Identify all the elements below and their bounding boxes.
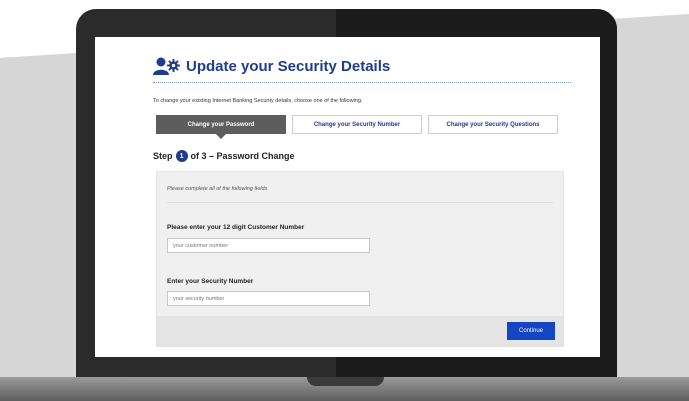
page-title: Update your Security Details (186, 57, 391, 75)
title-divider (153, 82, 571, 83)
tab-change-password[interactable]: Change your Password (156, 115, 286, 139)
laptop-screen: Update your Security Details To change y… (95, 37, 600, 357)
form-note: Please complete all of the following fie… (167, 186, 268, 192)
customer-number-label: Please enter your 12 digit Customer Numb… (167, 224, 305, 231)
tab-change-security-number[interactable]: Change your Security Number (292, 115, 422, 134)
laptop-notch (307, 377, 384, 386)
step-indicator: Step 1 of 3 – Password Change (153, 150, 295, 162)
continue-button[interactable]: Continue (507, 322, 555, 340)
form-footer: Continue (157, 316, 563, 346)
intro-text: To change your existing Internet Banking… (153, 98, 363, 104)
gear-icon (167, 59, 180, 72)
form-panel: Please complete all of the following fie… (156, 171, 564, 347)
page-header: Update your Security Details (153, 55, 390, 77)
step-suffix: of 3 – Password Change (190, 151, 295, 161)
security-number-input[interactable] (167, 291, 370, 306)
security-number-label: Enter your Security Number (167, 278, 254, 285)
step-number-badge: 1 (175, 150, 188, 162)
step-prefix: Step (153, 151, 173, 161)
tab-bar: Change your Password Change your Securit… (156, 115, 564, 139)
user-settings-icon (153, 55, 180, 77)
tab-change-security-questions[interactable]: Change your Security Questions (428, 115, 558, 134)
form-divider (167, 202, 553, 203)
customer-number-input[interactable] (167, 238, 370, 253)
